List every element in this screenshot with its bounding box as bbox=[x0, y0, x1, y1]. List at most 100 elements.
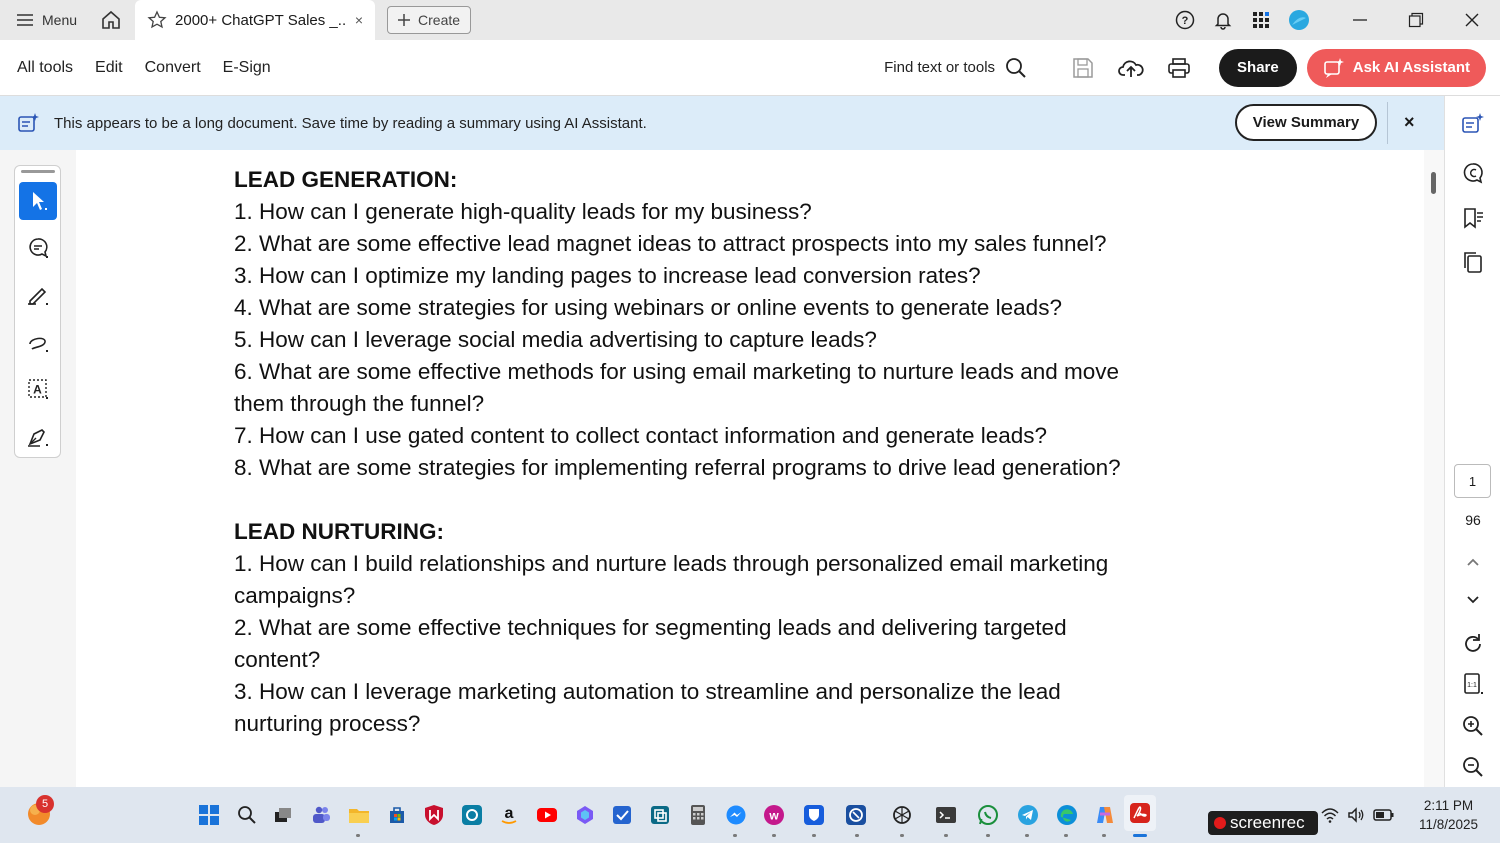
print-button[interactable] bbox=[1155, 48, 1203, 88]
restore-button[interactable] bbox=[1388, 0, 1444, 40]
title-bar: Menu 2000+ ChatGPT Sales _... × Create ? bbox=[0, 0, 1500, 40]
ask-ai-assistant-button[interactable]: Ask AI Assistant bbox=[1306, 48, 1486, 87]
right-panel-rail: 1 96 1:1 bbox=[1444, 96, 1500, 787]
search-icon[interactable] bbox=[235, 803, 259, 827]
ai-summary-icon bbox=[18, 113, 39, 132]
avatar[interactable] bbox=[1280, 0, 1318, 40]
teams-icon[interactable] bbox=[309, 803, 333, 827]
todo-check-icon[interactable] bbox=[610, 803, 634, 827]
document-line: 5. How can I leverage social media adver… bbox=[234, 327, 877, 352]
chatgpt-icon[interactable] bbox=[890, 803, 914, 827]
minimize-button[interactable] bbox=[1332, 0, 1388, 40]
find-text-button[interactable]: Find text or tools bbox=[884, 57, 1027, 79]
menu-e-sign[interactable]: E-Sign bbox=[212, 59, 282, 77]
wifi-icon[interactable] bbox=[1318, 803, 1342, 827]
app-w-icon[interactable]: w bbox=[762, 803, 786, 827]
create-label: Create bbox=[418, 12, 461, 28]
start-windows-icon[interactable] bbox=[197, 803, 221, 827]
pages-thumbnails-icon[interactable] bbox=[1459, 248, 1487, 276]
view-summary-button[interactable]: View Summary bbox=[1235, 104, 1377, 141]
document-viewer[interactable]: LEAD GENERATION: 1. How can I generate hi… bbox=[76, 150, 1424, 787]
banner-close-icon[interactable]: × bbox=[1404, 112, 1415, 133]
document-line: them through the funnel? bbox=[234, 391, 485, 416]
tab-title: 2000+ ChatGPT Sales _... bbox=[175, 11, 347, 29]
document-tab[interactable]: 2000+ ChatGPT Sales _... × bbox=[135, 0, 376, 40]
rail-grip[interactable] bbox=[21, 170, 55, 173]
app-teal-square-icon[interactable] bbox=[460, 803, 484, 827]
copilot-app-icon[interactable] bbox=[573, 803, 597, 827]
create-button[interactable]: Create bbox=[387, 6, 472, 34]
hamburger-icon bbox=[17, 14, 33, 26]
scrollbar-thumb[interactable] bbox=[1431, 172, 1436, 194]
ai-assistant-icon[interactable] bbox=[1459, 110, 1487, 138]
text-box-tool[interactable]: A bbox=[19, 370, 57, 408]
document-line: 6. What are some effective methods for u… bbox=[234, 359, 1120, 384]
previous-page-chevron-up-icon[interactable] bbox=[1459, 548, 1487, 576]
password-manager-icon[interactable] bbox=[802, 803, 826, 827]
amazon-icon[interactable]: a bbox=[497, 803, 521, 827]
help-icon[interactable]: ? bbox=[1166, 0, 1204, 40]
comment-icon bbox=[29, 238, 48, 258]
upload-cloud-button[interactable] bbox=[1107, 48, 1155, 88]
bookmarks-icon[interactable] bbox=[1459, 204, 1487, 232]
menu-convert[interactable]: Convert bbox=[134, 59, 212, 77]
document-line: 8. What are some strategies for implemen… bbox=[234, 455, 1121, 480]
mcafee-shield-icon[interactable] bbox=[422, 803, 446, 827]
banner-divider bbox=[1387, 102, 1388, 144]
vertical-scrollbar[interactable] bbox=[1424, 150, 1444, 787]
minimize-icon bbox=[1353, 19, 1367, 21]
acrobat-active-icon[interactable] bbox=[1124, 795, 1156, 831]
comment-tool[interactable] bbox=[19, 229, 57, 267]
total-pages: 96 bbox=[1465, 512, 1481, 528]
youtube-icon[interactable] bbox=[535, 803, 559, 827]
telegram-icon[interactable] bbox=[1016, 803, 1040, 827]
file-explorer-icon[interactable] bbox=[347, 803, 371, 827]
apps-grid-icon[interactable] bbox=[1242, 0, 1280, 40]
comments-panel-icon[interactable] bbox=[1459, 159, 1487, 187]
document-line: 2. What are some effective techniques fo… bbox=[234, 615, 1067, 640]
page-fit-icon[interactable]: 1:1 bbox=[1459, 670, 1487, 698]
highlighter-pen-icon bbox=[28, 287, 48, 305]
rotate-icon[interactable] bbox=[1459, 630, 1487, 658]
store-icon[interactable] bbox=[385, 803, 409, 827]
edge-browser-icon[interactable] bbox=[1055, 803, 1079, 827]
banner-text: This appears to be a long document. Save… bbox=[54, 114, 647, 132]
copilot-icon[interactable] bbox=[1093, 803, 1117, 827]
next-page-chevron-down-icon[interactable] bbox=[1459, 586, 1487, 614]
battery-icon[interactable] bbox=[1372, 803, 1396, 827]
highlight-tool[interactable] bbox=[19, 276, 57, 314]
section-heading: LEAD GENERATION: bbox=[234, 167, 458, 192]
search-icon bbox=[1006, 57, 1026, 78]
save-button[interactable] bbox=[1059, 48, 1107, 88]
star-icon[interactable] bbox=[147, 10, 167, 30]
clock-date: 11/8/2025 bbox=[1418, 817, 1478, 832]
freehand-draw-icon bbox=[29, 337, 48, 352]
app-copy-icon[interactable] bbox=[648, 803, 672, 827]
zoom-out-icon[interactable] bbox=[1459, 753, 1487, 781]
zoom-in-icon[interactable] bbox=[1459, 712, 1487, 740]
notifications-bell-icon[interactable] bbox=[1204, 0, 1242, 40]
select-tool[interactable] bbox=[19, 182, 57, 220]
task-view-icon[interactable] bbox=[271, 803, 295, 827]
current-page-input[interactable]: 1 bbox=[1454, 464, 1491, 498]
terminal-icon[interactable] bbox=[934, 803, 958, 827]
messenger-icon[interactable] bbox=[724, 803, 748, 827]
menu-button[interactable]: Menu bbox=[0, 0, 93, 40]
snipping-tool-icon[interactable] bbox=[844, 803, 868, 827]
close-window-button[interactable] bbox=[1444, 0, 1500, 40]
volume-icon[interactable] bbox=[1344, 803, 1368, 827]
screenrec-widget[interactable]: screenrec bbox=[1208, 811, 1318, 835]
svg-text:1:1: 1:1 bbox=[1467, 682, 1477, 689]
tab-close-icon[interactable]: × bbox=[355, 12, 363, 28]
share-button[interactable]: Share bbox=[1219, 48, 1297, 87]
menu-edit[interactable]: Edit bbox=[84, 59, 134, 77]
system-clock[interactable]: 2:11 PM 11/8/2025 bbox=[1419, 796, 1478, 834]
plus-icon bbox=[398, 14, 411, 26]
whatsapp-icon[interactable] bbox=[976, 803, 1000, 827]
calculator-icon[interactable] bbox=[686, 803, 710, 827]
sign-tool[interactable] bbox=[19, 417, 57, 455]
draw-tool[interactable] bbox=[19, 323, 57, 361]
menu-all-tools[interactable]: All tools bbox=[6, 59, 84, 77]
home-button[interactable] bbox=[93, 0, 129, 40]
